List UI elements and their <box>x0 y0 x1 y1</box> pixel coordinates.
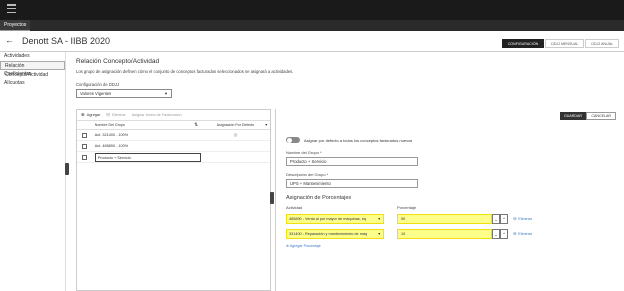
tab-configuracion[interactable]: CONFIGURACIÓN <box>501 39 545 48</box>
add-button[interactable]: ⊕ Agregar <box>81 112 100 118</box>
section-title: Relación Concepto/Actividad <box>76 58 160 65</box>
circle-icon: ◎ <box>233 132 238 137</box>
delete-button[interactable]: ⊟ Eliminar <box>106 112 126 118</box>
chevron-down-icon: ▼ <box>377 232 381 236</box>
table-row[interactable]: Producto + Servicio <box>77 152 270 163</box>
save-button[interactable]: GUARDAR <box>560 112 586 120</box>
toggle-label: Asignar por defecto a todos los concepto… <box>304 137 413 143</box>
row-name: Act. 321400 - 100% <box>94 133 129 137</box>
assign-billing-button[interactable]: Asignar forma de Facturación <box>132 113 182 117</box>
row-checkbox[interactable] <box>82 143 88 149</box>
sidebar-item-actividades[interactable]: Actividades <box>0 52 65 61</box>
percentage-input[interactable]: 10 <box>397 229 492 239</box>
project-tab-bar: Proyectos <box>0 20 624 31</box>
sidebar-item-alicuotas[interactable]: Alícuotas <box>0 79 65 88</box>
row-checkbox[interactable] <box>82 154 88 160</box>
chevron-down-icon[interactable]: ⌄ <box>492 229 500 239</box>
group-form: Asignar por defecto a todos los concepto… <box>286 136 608 248</box>
grid-header: Nombre Del Grupo ⇅ Asignación Por Defect… <box>77 121 270 130</box>
arrow-left-icon[interactable]: ← <box>5 36 14 45</box>
main-content: Relación Concepto/Actividad Los grupo de… <box>68 52 624 291</box>
tab-ddjj-mensual[interactable]: DDJJ MENSUAL <box>545 39 585 48</box>
assign-pct-header: Actividad Porcentaje <box>286 205 608 210</box>
trash-icon: ⊟ <box>106 112 111 117</box>
cancel-button[interactable]: CANCELAR <box>586 112 616 120</box>
table-row[interactable]: Act. 321400 - 100% ◎ <box>77 130 270 141</box>
config-select[interactable]: Valores Vigentes ▼ <box>76 89 172 98</box>
remove-icon: ⊖ <box>513 216 517 221</box>
col-header-default[interactable]: Asignación Por Defecto <box>217 123 255 127</box>
groups-grid: Nombre Del Grupo ⇅ Asignación Por Defect… <box>77 121 270 163</box>
activity-value: 331400 - Reparación y mantenimiento de m… <box>289 232 368 236</box>
row-name-input[interactable]: Producto + Servicio <box>94 152 202 162</box>
assign-row: 465890 - Venta al por mayor de máquinas,… <box>286 213 608 225</box>
remove-icon: ⊖ <box>513 231 517 236</box>
config-select-value: Valores Vigentes <box>80 91 112 96</box>
plus-icon: ⊕ <box>81 112 85 117</box>
groups-toolbar: ⊕ Agregar ⊟ Eliminar Asignar forma de Fa… <box>77 110 270 121</box>
group-desc-label: Descripción del Grupo * <box>286 172 329 177</box>
chevron-down-icon: ▼ <box>377 217 381 221</box>
group-detail-panel: GUARDAR CANCELAR Asignar por defecto a t… <box>275 109 620 291</box>
percentage-stepper: ⌄ ⌃ <box>492 214 508 224</box>
percentage-stepper: ⌄ ⌃ <box>492 229 508 239</box>
collapse-panel-handle[interactable] <box>270 192 274 204</box>
page-header: ← Denott SA - IIBB 2020 CONFIGURACIÓN DD… <box>0 31 624 52</box>
page-title: Denott SA - IIBB 2020 <box>22 36 111 46</box>
sort-icon[interactable]: ⇅ <box>194 122 198 128</box>
delete-label: Eliminar <box>112 113 126 117</box>
percentage-input[interactable]: 90 <box>397 214 492 224</box>
activity-value: 465890 - Venta al por mayor de máquinas,… <box>289 217 367 221</box>
remove-row-button[interactable]: ⊖ Eliminar <box>513 231 532 237</box>
add-percentage-link[interactable]: ⊕ Agregar Porcentaje <box>286 244 608 248</box>
chevron-up-icon[interactable]: ⌃ <box>500 229 508 239</box>
tab-proyectos[interactable]: Proyectos <box>0 20 31 31</box>
hamburger-icon[interactable] <box>7 4 16 13</box>
default-assign-toggle[interactable] <box>286 137 300 143</box>
group-name-label: Nombre del Grupo * <box>286 150 322 155</box>
section-description: Los grupo de asignación definen cómo el … <box>76 69 294 74</box>
chevron-up-icon[interactable]: ⌃ <box>500 214 508 224</box>
group-desc-input[interactable]: UPS + Mantenimiento <box>286 179 418 188</box>
assign-row: 331400 - Reparación y mantenimiento de m… <box>286 228 608 240</box>
assign-pct-title: Asignación de Porcentajes <box>286 195 352 201</box>
tab-ddjj-anual[interactable]: DDJJ ANUAL <box>585 39 619 48</box>
chevron-down-icon[interactable]: ▼ <box>265 123 268 127</box>
row-checkbox[interactable] <box>82 132 88 138</box>
add-label: Agregar <box>86 113 101 117</box>
sidebar: Actividades Relación Concepto/Actividad … <box>0 52 66 291</box>
header-tabs: CONFIGURACIÓN DDJJ MENSUAL DDJJ ANUAL <box>501 39 619 48</box>
sidebar-item-relacion-concepto[interactable]: Relación Concepto/Actividad <box>0 61 65 78</box>
table-row[interactable]: Act. 465890 - 100% <box>77 141 270 152</box>
top-bar <box>0 0 624 20</box>
col-actividad: Actividad <box>286 205 303 210</box>
col-porcentaje: Porcentaje <box>397 205 417 210</box>
groups-panel: ⊕ Agregar ⊟ Eliminar Asignar forma de Fa… <box>76 109 271 291</box>
remove-row-button[interactable]: ⊖ Eliminar <box>513 216 532 222</box>
col-header-name[interactable]: Nombre Del Grupo <box>95 123 125 127</box>
group-name-input[interactable]: Producto + Servicio <box>286 157 418 166</box>
chevron-down-icon: ▼ <box>164 91 168 96</box>
config-label: Configuración de DDJJ <box>76 82 120 87</box>
activity-select[interactable]: 331400 - Reparación y mantenimiento de m… <box>286 229 384 239</box>
activity-select[interactable]: 465890 - Venta al por mayor de máquinas,… <box>286 214 384 224</box>
default-assign-toggle-row: Asignar por defecto a todos los concepto… <box>286 136 608 144</box>
row-name: Act. 465890 - 100% <box>94 144 129 148</box>
chevron-down-icon[interactable]: ⌄ <box>492 214 500 224</box>
